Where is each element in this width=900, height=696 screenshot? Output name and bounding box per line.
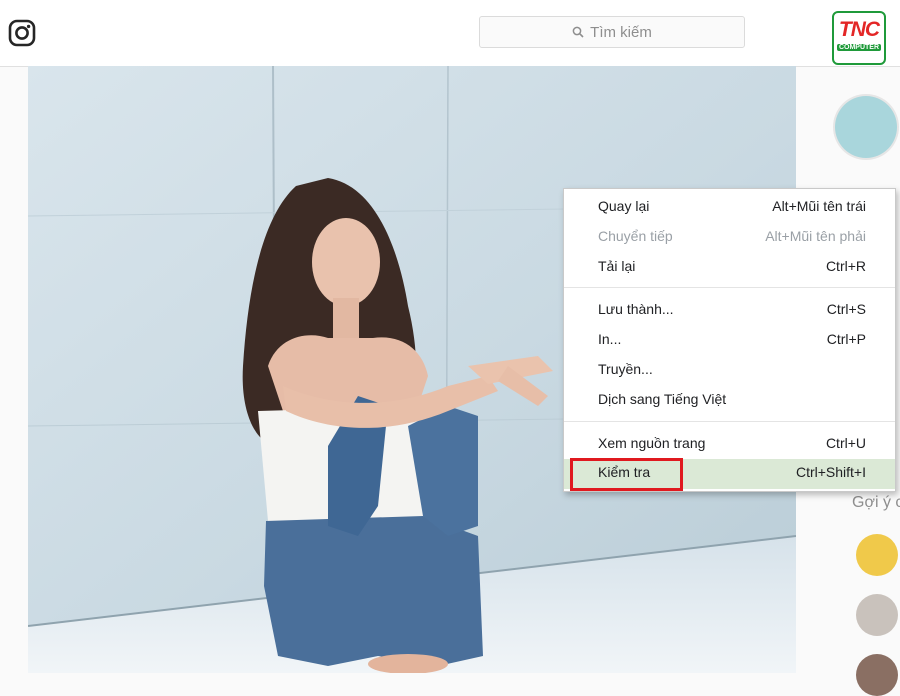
suggested-account-avatar[interactable] [856,654,898,696]
menu-item-label: Truyền... [598,361,653,377]
menu-item-label: Chuyển tiếp [598,228,673,244]
menu-item-translate[interactable]: Dịch sang Tiếng Việt [564,386,895,414]
suggestions-heading: Gợi ý c [852,494,900,511]
menu-item-label: In... [598,331,622,347]
menu-item-shortcut: Ctrl+R [825,258,866,274]
tnc-logo-subtext: COMPUTER [837,44,881,51]
menu-item-shortcut: Alt+Mũi tên phải [765,228,866,244]
menu-item-reload[interactable]: Tải lại Ctrl+R [564,253,895,281]
tnc-watermark-logo: TNC COMPUTER [832,11,886,65]
menu-item-print[interactable]: In... Ctrl+P [564,326,895,354]
menu-item-cast[interactable]: Truyền... [564,356,895,384]
menu-item-forward: Chuyển tiếp Alt+Mũi tên phải [564,223,895,251]
suggested-account-avatar[interactable] [856,534,898,576]
menu-item-view-source[interactable]: Xem nguồn trang Ctrl+U [564,430,895,458]
menu-item-label: Tải lại [598,258,636,274]
menu-item-shortcut: Ctrl+S [826,301,866,317]
search-icon [572,26,584,38]
menu-item-save-as[interactable]: Lưu thành... Ctrl+S [564,296,895,324]
profile-avatar[interactable] [835,96,897,158]
top-navigation-bar: Tìm kiếm TNC COMPUTER [0,0,900,67]
menu-item-shortcut: Ctrl+U [825,435,866,451]
menu-item-label: Quay lại [598,198,650,214]
search-placeholder: Tìm kiếm [590,23,652,41]
menu-item-shortcut: Ctrl+P [826,331,866,347]
instagram-logo-icon[interactable] [8,19,36,47]
menu-separator [564,421,895,422]
menu-item-shortcut: Alt+Mũi tên trái [772,198,866,214]
highlight-annotation-box [570,458,683,491]
search-input[interactable]: Tìm kiếm [479,16,745,48]
menu-item-label: Lưu thành... [598,301,674,317]
menu-item-label: Dịch sang Tiếng Việt [598,391,727,407]
browser-context-menu: Quay lại Alt+Mũi tên trái Chuyển tiếp Al… [563,188,896,492]
menu-separator [564,287,895,288]
suggested-account-avatar[interactable] [856,594,898,636]
menu-item-back[interactable]: Quay lại Alt+Mũi tên trái [564,193,895,221]
menu-item-label: Xem nguồn trang [598,435,706,451]
menu-item-shortcut: Ctrl+Shift+I [795,464,866,480]
tnc-logo-text: TNC [838,18,880,41]
